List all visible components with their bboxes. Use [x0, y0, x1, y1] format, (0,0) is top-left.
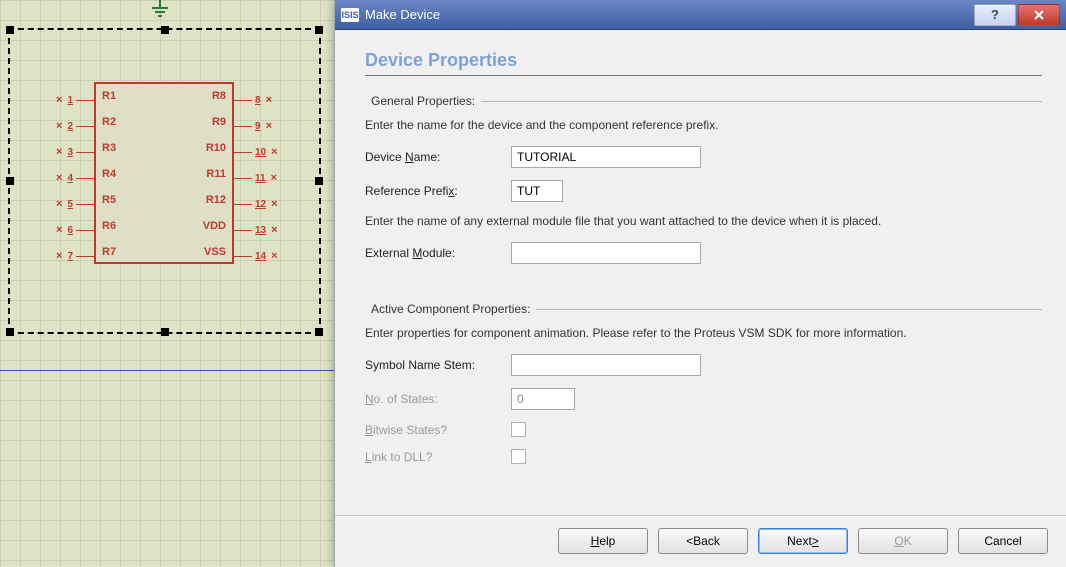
cancel-button[interactable]: Cancel	[958, 528, 1048, 554]
resize-handle[interactable]	[315, 26, 323, 34]
pin[interactable]: 11×	[232, 172, 282, 184]
resize-handle[interactable]	[161, 26, 169, 34]
next-button[interactable]: Next>	[758, 528, 848, 554]
pin[interactable]: ×4	[46, 172, 96, 184]
device-name-label: Device Name:	[365, 150, 511, 164]
pin[interactable]: ×7	[46, 250, 96, 262]
reference-prefix-input[interactable]	[511, 180, 563, 202]
pin-label: R4	[102, 168, 116, 180]
helper-text: Enter the name of any external module fi…	[365, 214, 1042, 228]
pin-label: VSS	[204, 246, 226, 258]
pin-label: R5	[102, 194, 116, 206]
pin[interactable]: 10×	[232, 146, 282, 158]
pin-label: R8	[212, 90, 226, 102]
titlebar[interactable]: ISIS Make Device ?	[335, 0, 1066, 30]
external-module-label: External Module:	[365, 246, 511, 260]
bitwise-states-label: Bitwise States?	[365, 423, 511, 437]
resize-handle[interactable]	[6, 177, 14, 185]
reference-prefix-label: Reference Prefix:	[365, 184, 511, 198]
pin[interactable]: ×3	[46, 146, 96, 158]
pin-label: R7	[102, 246, 116, 258]
pin-label: R3	[102, 142, 116, 154]
no-of-states-label: No. of States:	[365, 392, 511, 406]
active-component-group: Active Component Properties: Enter prope…	[365, 302, 1042, 476]
group-legend: Active Component Properties:	[365, 302, 536, 316]
dialog-body: Device Properties General Properties: En…	[335, 30, 1066, 515]
pin[interactable]: 13×	[232, 224, 282, 236]
resize-handle[interactable]	[6, 328, 14, 336]
resize-handle[interactable]	[315, 177, 323, 185]
help-button[interactable]: Help	[558, 528, 648, 554]
general-properties-group: General Properties: Enter the name for t…	[365, 94, 1042, 276]
pin-label: R12	[206, 194, 226, 206]
pin[interactable]: 9×	[232, 120, 282, 132]
pin-label: R10	[206, 142, 226, 154]
make-device-dialog: ISIS Make Device ? Device Properties Gen…	[334, 0, 1066, 567]
pin-label: VDD	[203, 220, 226, 232]
group-legend: General Properties:	[365, 94, 481, 108]
link-to-dll-label: Link to DLL?	[365, 450, 511, 464]
helper-text: Enter the name for the device and the co…	[365, 118, 1042, 132]
no-of-states-input	[511, 388, 575, 410]
page-heading: Device Properties	[365, 50, 1042, 76]
resize-handle[interactable]	[161, 328, 169, 336]
ground-symbol-icon	[148, 0, 172, 22]
chip-component[interactable]: ×1 R1 ×2 R2 ×3 R3 ×4 R4 ×5 R5 ×6 R6 ×7 R…	[94, 82, 234, 264]
symbol-name-stem-input[interactable]	[511, 354, 701, 376]
pin[interactable]: 14×	[232, 250, 282, 262]
pin[interactable]: ×6	[46, 224, 96, 236]
pin[interactable]: 12×	[232, 198, 282, 210]
pin[interactable]: 8×	[232, 94, 282, 106]
window-help-button[interactable]: ?	[974, 4, 1016, 26]
pin[interactable]: ×5	[46, 198, 96, 210]
pin-label: R11	[206, 168, 226, 180]
device-name-input[interactable]	[511, 146, 701, 168]
pin-label: R6	[102, 220, 116, 232]
pin-label: R1	[102, 90, 116, 102]
symbol-name-stem-label: Symbol Name Stem:	[365, 358, 511, 372]
resize-handle[interactable]	[315, 328, 323, 336]
window-close-button[interactable]	[1018, 4, 1060, 26]
bitwise-states-checkbox	[511, 422, 526, 437]
resize-handle[interactable]	[6, 26, 14, 34]
pin[interactable]: ×2	[46, 120, 96, 132]
pin[interactable]: ×1	[46, 94, 96, 106]
pin-label: R9	[212, 116, 226, 128]
back-button[interactable]: <Back	[658, 528, 748, 554]
ok-button[interactable]: OK	[858, 528, 948, 554]
link-to-dll-checkbox	[511, 449, 526, 464]
app-icon: ISIS	[341, 8, 359, 22]
helper-text: Enter properties for component animation…	[365, 326, 1042, 340]
dialog-title: Make Device	[365, 7, 974, 22]
wizard-button-bar: Help <Back Next> OK Cancel	[335, 515, 1066, 567]
external-module-input[interactable]	[511, 242, 701, 264]
pin-label: R2	[102, 116, 116, 128]
